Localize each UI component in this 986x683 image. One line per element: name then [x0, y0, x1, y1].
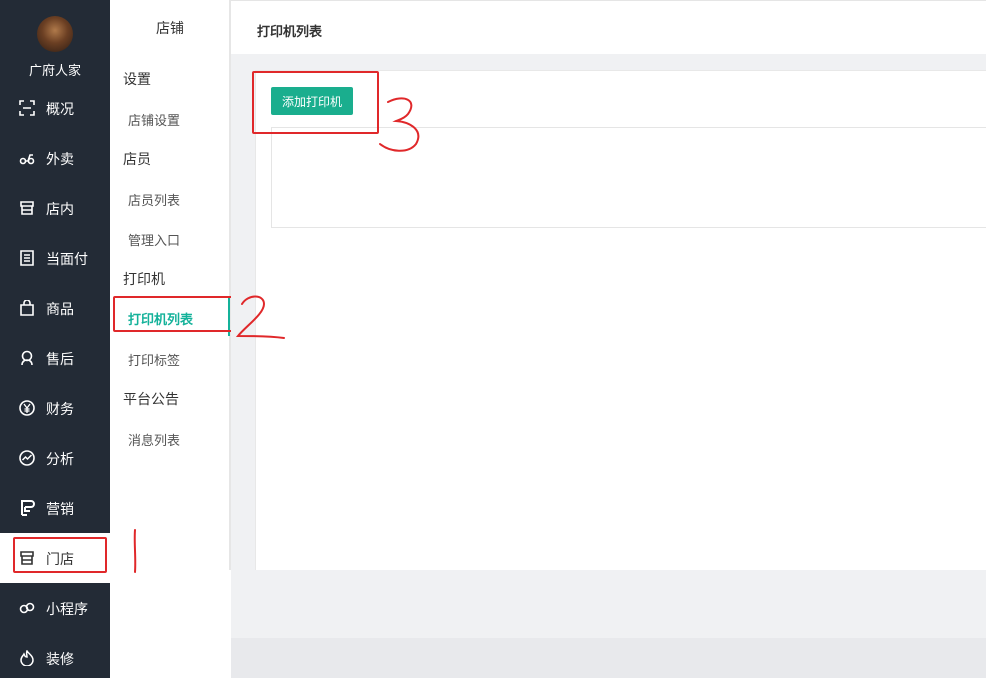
nav-item-goods[interactable]: 商品 — [0, 283, 110, 333]
footer-band — [231, 638, 986, 678]
page-header: 打印机列表 — [231, 0, 986, 54]
annotation-number-3 — [379, 97, 420, 152]
store-header: 广府人家 — [0, 0, 110, 86]
page-title: 打印机列表 — [257, 25, 323, 40]
delivery-icon — [19, 150, 35, 166]
submenu-item-message-list[interactable]: 消息列表 — [128, 430, 180, 449]
yen-icon — [19, 400, 35, 416]
submenu-item-admin-entry[interactable]: 管理入口 — [128, 230, 180, 249]
nav-item-delivery[interactable]: 外卖 — [0, 133, 110, 183]
submenu-group-settings: 设置 — [123, 72, 151, 88]
nav-item-finance[interactable]: 财务 — [0, 383, 110, 433]
submenu-group-announcement: 平台公告 — [123, 392, 179, 408]
annotation-number-2 — [235, 295, 285, 339]
nav-item-analysis[interactable]: 分析 — [0, 433, 110, 483]
submenu-group-staff: 店员 — [123, 152, 151, 168]
bag-icon — [19, 299, 35, 316]
submenu-title: 店铺 — [156, 21, 184, 37]
submenu-item-store-settings[interactable]: 店铺设置 — [128, 110, 180, 129]
store-avatar[interactable] — [37, 16, 73, 52]
support-icon — [19, 350, 35, 366]
miniprogram-icon — [19, 600, 35, 616]
overview-icon — [19, 100, 35, 116]
annotation-number-1 — [133, 529, 137, 573]
nav-item-overview[interactable]: 概况 — [0, 83, 110, 133]
store-name: 广府人家 — [28, 64, 81, 79]
marketing-icon — [19, 500, 35, 516]
nav-item-marketing[interactable]: 营销 — [0, 483, 110, 533]
nav-item-miniprogram[interactable]: 小程序 — [0, 583, 110, 633]
chart-icon — [19, 450, 35, 466]
annotation-box-2 — [113, 296, 235, 332]
decor-icon — [19, 649, 35, 667]
nav-item-aftersale[interactable]: 售后 — [0, 333, 110, 383]
store-icon — [19, 200, 35, 216]
nav-item-decor[interactable]: 装修 — [0, 633, 110, 683]
annotation-box-3 — [252, 71, 379, 134]
nav-item-facepay[interactable]: 当面付 — [0, 233, 110, 283]
submenu-item-staff-list[interactable]: 店员列表 — [128, 190, 180, 209]
submenu-group-printer: 打印机 — [123, 272, 165, 288]
submenu-item-print-label[interactable]: 打印标签 — [128, 350, 180, 369]
main-sidebar: 广府人家 概况 外卖 店内 当面付 商品 售后 财务 分析 营销 门店 小程序 … — [0, 0, 110, 678]
nav-item-instore[interactable]: 店内 — [0, 183, 110, 233]
secondary-menu: 店铺 设置 店铺设置 店员 店员列表 管理入口 打印机 打印机列表 打印标签 平… — [110, 0, 230, 678]
receipt-icon — [19, 250, 35, 266]
annotation-box-1 — [13, 537, 107, 573]
